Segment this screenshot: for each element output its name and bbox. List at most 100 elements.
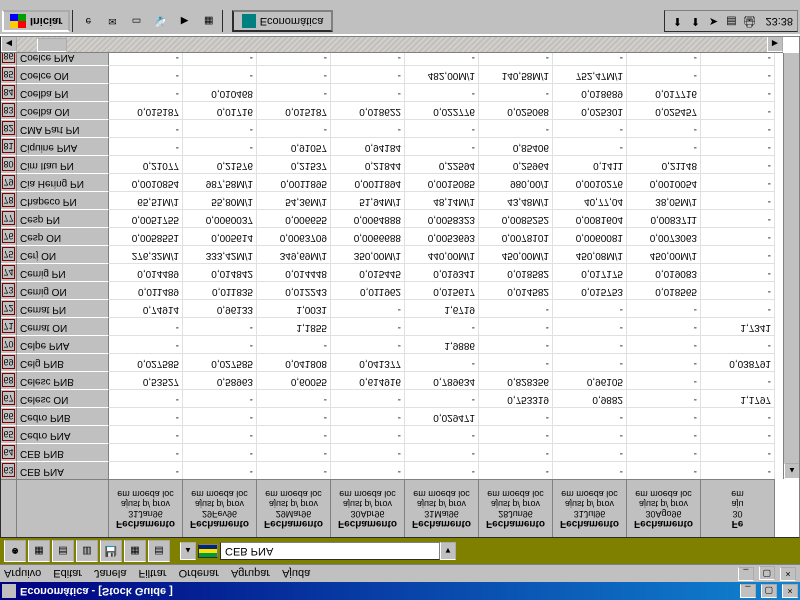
data-cell[interactable]: 752,47M/1 (553, 65, 627, 83)
column-header[interactable]: Fechamento29Fev96ajust p/ provem moeda l… (183, 479, 257, 537)
data-cell[interactable]: 0,0058323 (405, 209, 479, 227)
data-cell[interactable]: - (701, 173, 775, 191)
data-cell[interactable]: 0,0010276 (553, 173, 627, 191)
data-cell[interactable]: - (331, 425, 405, 443)
data-cell[interactable]: 0,018582 (479, 263, 553, 281)
data-cell[interactable]: - (553, 299, 627, 317)
data-cell[interactable]: 0,1411 (553, 155, 627, 173)
data-cell[interactable]: - (627, 461, 701, 479)
start-button[interactable]: Iniciar (2, 10, 70, 32)
row-stock-name[interactable]: CMA Part PN (17, 119, 109, 137)
column-header[interactable]: Fe30ajuem (701, 479, 775, 537)
data-cell[interactable]: 0,0060037 (183, 209, 257, 227)
data-cell[interactable]: 0,21077 (109, 155, 183, 173)
combo-drop-button[interactable]: ▼ (440, 542, 456, 560)
data-cell[interactable]: - (701, 155, 775, 173)
row-number[interactable]: 84 (1, 83, 17, 101)
data-cell[interactable]: 0,60055 (257, 371, 331, 389)
data-cell[interactable]: - (701, 245, 775, 263)
row-number[interactable]: 73 (1, 281, 17, 299)
row-stock-name[interactable]: Celesc PNB (17, 371, 109, 389)
menu-agrupar[interactable]: Agrupar (231, 568, 270, 580)
row-number[interactable]: 85 (1, 65, 17, 83)
data-cell[interactable]: - (183, 335, 257, 353)
row-number[interactable]: 75 (1, 245, 17, 263)
data-cell[interactable]: 0,006655 (257, 209, 331, 227)
column-header[interactable]: Fechamento28Jun96ajust p/ provem moeda l… (479, 479, 553, 537)
data-cell[interactable]: 0,0051755 (109, 209, 183, 227)
data-cell[interactable]: - (331, 299, 405, 317)
data-cell[interactable]: 1,0031 (257, 299, 331, 317)
data-cell[interactable]: 0,014582 (479, 281, 553, 299)
data-cell[interactable]: 0,017175 (553, 263, 627, 281)
data-cell[interactable]: - (701, 227, 775, 245)
data-cell[interactable]: - (627, 425, 701, 443)
tool-btn-3[interactable]: ▤ (52, 540, 74, 562)
column-header[interactable]: Fechamento31Jul96ajust p/ provem moeda l… (553, 479, 627, 537)
row-stock-name[interactable]: CEB PNB (17, 443, 109, 461)
data-cell[interactable]: - (479, 299, 553, 317)
data-cell[interactable]: 0,014842 (183, 263, 257, 281)
data-cell[interactable]: 0,21148 (627, 155, 701, 173)
data-cell[interactable]: 0,01716 (183, 101, 257, 119)
row-number[interactable]: 80 (1, 155, 17, 173)
data-cell[interactable]: 0,022776 (405, 101, 479, 119)
data-cell[interactable]: 40,77,04 (553, 191, 627, 209)
tool-btn-1[interactable]: ☻ (4, 540, 26, 562)
row-stock-name[interactable]: Celpe PNA (17, 335, 109, 353)
data-cell[interactable]: 0,0066688 (331, 227, 405, 245)
data-cell[interactable]: - (701, 191, 775, 209)
row-stock-name[interactable]: Cemig ON (17, 281, 109, 299)
row-stock-name[interactable]: Celesc ON (17, 389, 109, 407)
data-cell[interactable]: - (331, 389, 405, 407)
row-number[interactable]: 74 (1, 263, 17, 281)
data-cell[interactable]: 0,011835 (183, 281, 257, 299)
scroll-left-button[interactable]: ◀ (1, 36, 17, 52)
data-cell[interactable]: 0,0053693 (405, 227, 479, 245)
data-cell[interactable]: 1,9886 (405, 335, 479, 353)
data-cell[interactable]: 0,828356 (479, 371, 553, 389)
data-cell[interactable]: 276,32M/1 (109, 245, 183, 263)
stock-selector[interactable]: ▲ ▼ (180, 542, 458, 560)
data-cell[interactable]: 0,96133 (183, 299, 257, 317)
data-cell[interactable]: - (331, 443, 405, 461)
column-header[interactable]: Fechamento30Abr96ajust p/ provem moeda l… (331, 479, 405, 537)
menu-editar[interactable]: Editar (53, 568, 82, 580)
row-number[interactable]: 70 (1, 335, 17, 353)
data-cell[interactable]: 0,0063709 (257, 227, 331, 245)
row-stock-name[interactable]: Cemat PN (17, 299, 109, 317)
data-cell[interactable]: - (405, 83, 479, 101)
row-number[interactable]: 81 (1, 137, 17, 155)
data-cell[interactable]: 350,00M/1 (331, 245, 405, 263)
data-cell[interactable]: - (627, 335, 701, 353)
data-cell[interactable]: 0,91057 (257, 137, 331, 155)
data-cell[interactable]: - (183, 119, 257, 137)
data-cell[interactable]: 0,011962 (331, 281, 405, 299)
data-cell[interactable]: 140,58M/1 (479, 65, 553, 83)
data-cell[interactable]: 0,017716 (627, 83, 701, 101)
data-cell[interactable]: - (553, 407, 627, 425)
data-cell[interactable]: - (553, 317, 627, 335)
data-cell[interactable]: - (701, 407, 775, 425)
data-cell[interactable]: - (257, 461, 331, 479)
data-cell[interactable]: - (701, 101, 775, 119)
row-stock-name[interactable]: Cia Hering PN (17, 173, 109, 191)
data-cell[interactable]: - (405, 119, 479, 137)
data-cell[interactable]: - (331, 83, 405, 101)
row-number[interactable]: 63 (1, 461, 17, 479)
row-stock-name[interactable]: Cedro PNA (17, 425, 109, 443)
data-cell[interactable]: - (405, 353, 479, 371)
data-cell[interactable]: - (701, 299, 775, 317)
column-header[interactable]: Fechamento31Mai96ajust p/ provem moeda l… (405, 479, 479, 537)
data-cell[interactable]: - (479, 317, 553, 335)
row-number[interactable]: 65 (1, 425, 17, 443)
row-number[interactable]: 64 (1, 443, 17, 461)
data-cell[interactable]: 0,025068 (479, 101, 553, 119)
quick-app2-icon[interactable]: ▦ (199, 11, 219, 31)
data-cell[interactable]: - (701, 209, 775, 227)
data-cell[interactable]: 0,018565 (627, 281, 701, 299)
row-number[interactable]: 69 (1, 353, 17, 371)
data-cell[interactable]: - (479, 407, 553, 425)
data-cell[interactable]: - (627, 389, 701, 407)
data-cell[interactable]: 980,00/1 (479, 173, 553, 191)
